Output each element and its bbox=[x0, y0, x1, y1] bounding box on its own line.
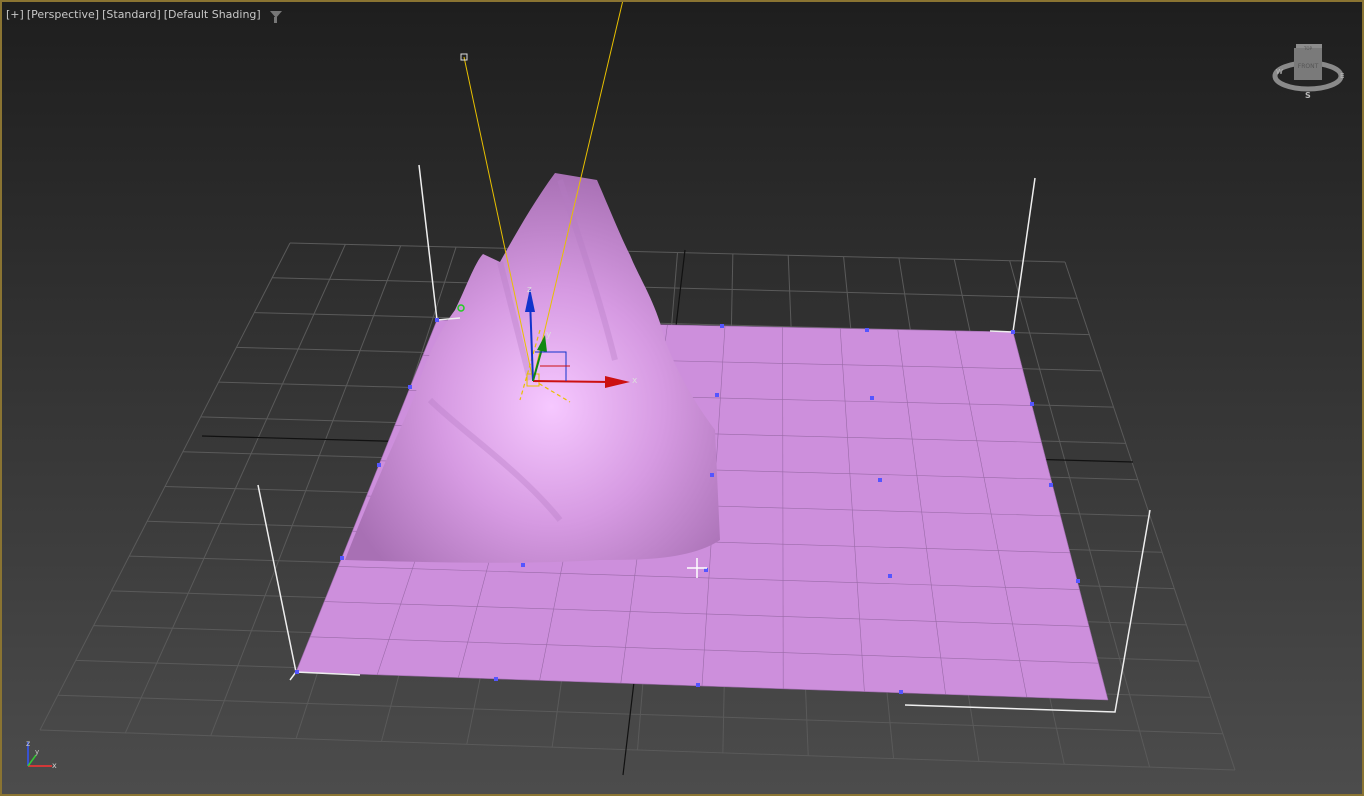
control-vertex[interactable] bbox=[340, 556, 344, 560]
control-vertex[interactable] bbox=[899, 690, 903, 694]
control-vertex[interactable] bbox=[1030, 402, 1034, 406]
gizmo-x-label: x bbox=[632, 376, 638, 386]
viewport-standard-menu[interactable]: [Standard] bbox=[102, 8, 161, 21]
world-z-label: z bbox=[26, 739, 30, 748]
gizmo-z-label: z bbox=[527, 285, 532, 295]
control-vertex[interactable] bbox=[715, 393, 719, 397]
control-vertex[interactable] bbox=[865, 328, 869, 332]
viewport-plus-menu[interactable]: [+] bbox=[6, 8, 24, 21]
filter-icon[interactable] bbox=[269, 11, 282, 23]
control-vertex[interactable] bbox=[435, 318, 439, 322]
control-vertex[interactable] bbox=[521, 563, 525, 567]
control-vertex[interactable] bbox=[377, 463, 381, 467]
control-vertex[interactable] bbox=[1011, 330, 1015, 334]
perspective-viewport[interactable]: z x y z x y [+] [Perspective] [Standard]… bbox=[0, 0, 1364, 796]
compass-south[interactable]: S bbox=[1305, 91, 1311, 100]
grid-line bbox=[57, 694, 1223, 735]
viewcube-front-label: FRONT bbox=[1298, 63, 1319, 70]
gizmo-y-label: y bbox=[546, 330, 552, 340]
gizmo-x-axis[interactable] bbox=[532, 380, 611, 383]
world-y-label: y bbox=[35, 748, 39, 756]
control-vertex[interactable] bbox=[1049, 483, 1053, 487]
viewcube[interactable]: TOP FRONT W E S bbox=[1270, 36, 1350, 102]
control-vertex[interactable] bbox=[720, 324, 724, 328]
world-x-label: x bbox=[52, 761, 57, 770]
control-vertex[interactable] bbox=[696, 683, 700, 687]
control-vertex[interactable] bbox=[710, 473, 714, 477]
control-vertex[interactable] bbox=[494, 677, 498, 681]
control-vertex[interactable] bbox=[878, 478, 882, 482]
viewcube-top-label: TOP bbox=[1303, 46, 1313, 51]
control-vertex[interactable] bbox=[408, 385, 412, 389]
compass-east[interactable]: E bbox=[1340, 72, 1344, 80]
control-vertex[interactable] bbox=[1076, 579, 1080, 583]
scene-canvas[interactable]: z x y z x y bbox=[0, 0, 1364, 796]
viewport-shading-menu[interactable]: [Default Shading] bbox=[164, 8, 261, 21]
viewport-label-menu: [+] [Perspective] [Standard] [Default Sh… bbox=[6, 8, 282, 23]
control-vertex[interactable] bbox=[295, 670, 299, 674]
compass-west[interactable]: W bbox=[1276, 68, 1283, 76]
viewport-pov-menu[interactable]: [Perspective] bbox=[27, 8, 99, 21]
world-axis-tripod: z x y bbox=[26, 739, 57, 770]
control-vertex[interactable] bbox=[870, 396, 874, 400]
control-vertex[interactable] bbox=[888, 574, 892, 578]
grid-line bbox=[39, 729, 1236, 771]
